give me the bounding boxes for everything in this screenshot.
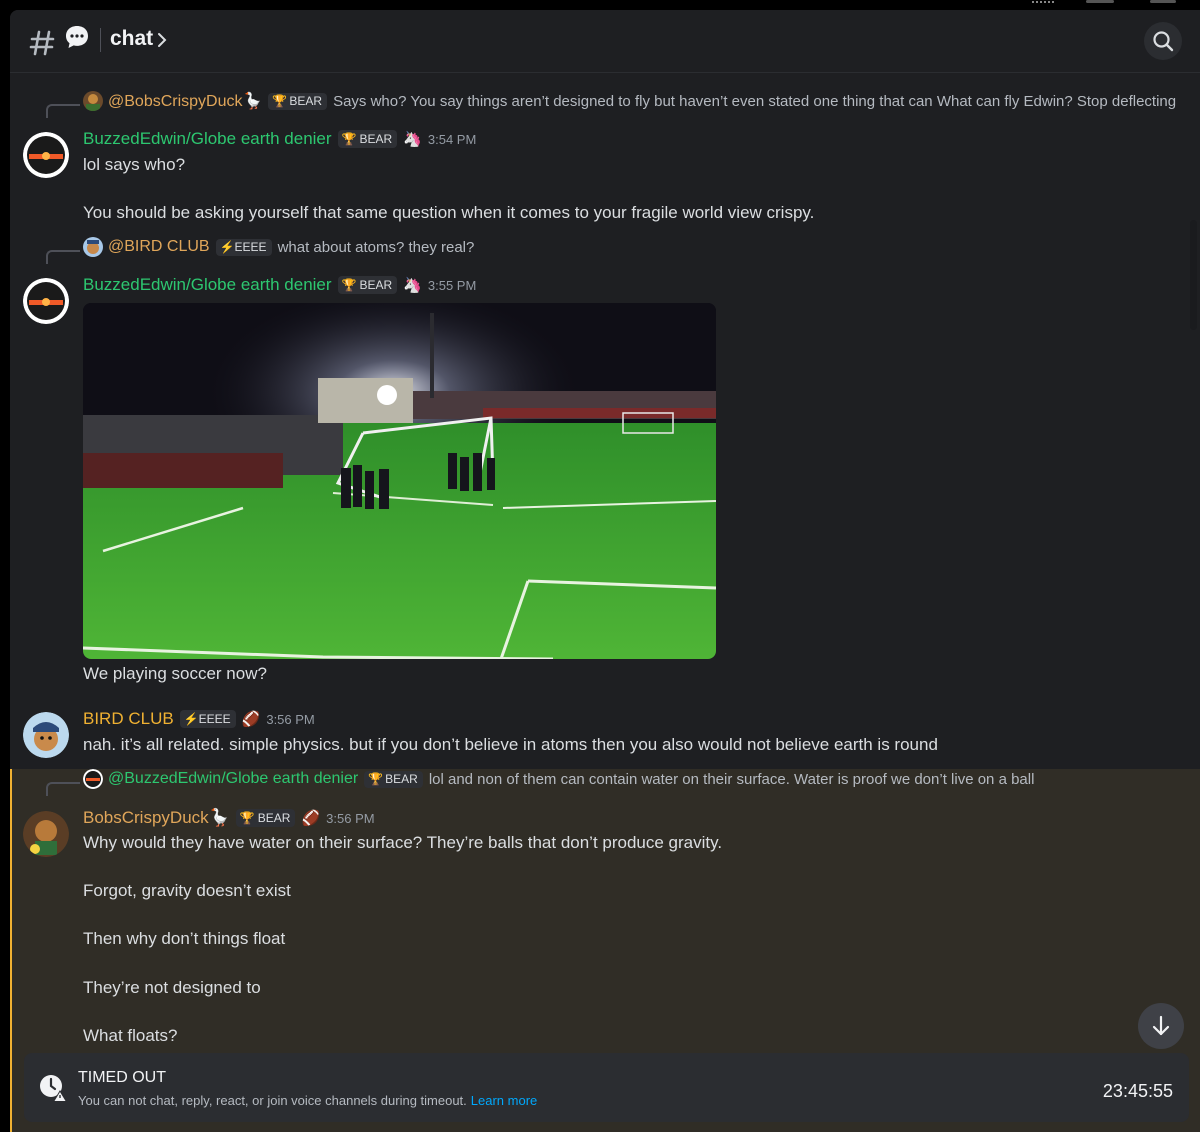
timeout-banner: TIMED OUT You can not chat, reply, react…	[24, 1053, 1189, 1122]
username[interactable]: BobsCrispyDuck🪿	[83, 808, 230, 828]
message-text: Why would they have water on their surfa…	[83, 833, 723, 852]
reply-connector	[46, 782, 80, 796]
status-indicator	[1150, 0, 1176, 3]
thread-bubble-icon[interactable]	[64, 24, 90, 50]
message-text: What floats?	[83, 1026, 178, 1045]
message-text: They’re not designed to	[83, 978, 261, 997]
arrow-down-icon	[1152, 1015, 1170, 1036]
role-badge: 🏆 BEAR	[337, 276, 398, 294]
trophy-icon: 🏆	[341, 132, 357, 146]
message-text: nah. it’s all related. simple physics. b…	[83, 735, 938, 754]
reply-username[interactable]: @BIRD CLUB	[108, 238, 210, 256]
role-badge: ⚡EEEE	[215, 238, 272, 256]
search-icon	[1153, 31, 1174, 52]
avatar[interactable]	[23, 712, 69, 758]
channel-header: chat	[10, 10, 1200, 73]
message-text: You should be asking yourself that same …	[83, 203, 815, 222]
role-badge: 🏆 BEAR	[268, 92, 328, 110]
avatar[interactable]	[23, 278, 69, 324]
role-badge: 🏆 BEAR	[235, 809, 296, 827]
header-divider	[100, 28, 101, 52]
avatar[interactable]	[23, 811, 69, 857]
unicorn-icon: 🦄	[403, 277, 422, 294]
message-header: BobsCrispyDuck🪿 🏆 BEAR 🏈 3:56 PM	[83, 808, 375, 828]
avatar[interactable]	[23, 132, 69, 178]
learn-more-link[interactable]: Learn more	[471, 1093, 537, 1108]
timestamp: 3:55 PM	[427, 277, 477, 293]
username[interactable]: BuzzedEdwin/Globe earth denier	[83, 275, 332, 295]
device-status-strip	[0, 0, 1200, 10]
trophy-icon: 🏆	[272, 94, 288, 108]
jump-to-present-button[interactable]	[1138, 1003, 1184, 1049]
reply-preview[interactable]: @BuzzedEdwin/Globe earth denier 🏆 BEAR lo…	[83, 769, 1034, 789]
soccer-field-image	[83, 303, 716, 659]
trophy-icon: 🏆	[368, 772, 384, 786]
channel-title[interactable]: chat	[110, 27, 153, 51]
reply-username[interactable]: @BobsCrispyDuck🪿	[108, 91, 262, 111]
reply-connector	[46, 250, 80, 264]
timestamp: 3:54 PM	[427, 131, 477, 147]
avatar	[83, 91, 103, 111]
role-badge: 🏆 BEAR	[364, 770, 423, 788]
signal-icon	[1032, 0, 1054, 3]
chat-window: chat @BobsCrispyDuck🪿 🏆 BEAR Says who? Yo…	[10, 10, 1200, 1132]
search-button[interactable]	[1144, 22, 1182, 60]
reply-preview[interactable]: @BIRD CLUB ⚡EEEE what about atoms? they …	[83, 237, 474, 257]
reply-connector	[46, 104, 80, 118]
reply-text: Says who? You say things aren’t designed…	[333, 92, 1177, 110]
status-indicator	[1086, 0, 1114, 3]
message-text: Then why don’t things float	[83, 929, 286, 948]
football-icon: 🏈	[241, 711, 261, 728]
timeout-subtitle: You can not chat, reply, react, or join …	[78, 1093, 538, 1108]
trophy-icon: 🏆	[341, 278, 357, 292]
timeout-clock-icon	[40, 1075, 67, 1102]
football-icon: 🏈	[301, 810, 321, 827]
role-badge: 🏆 BEAR	[337, 130, 398, 148]
reply-username[interactable]: @BuzzedEdwin/Globe earth denier	[108, 770, 358, 788]
message-header: BuzzedEdwin/Globe earth denier 🏆 BEAR 🦄 3…	[83, 275, 476, 295]
reply-text: lol and non of them can contain water on…	[428, 770, 1035, 788]
avatar	[83, 237, 103, 257]
timestamp: 3:56 PM	[266, 711, 315, 727]
avatar	[83, 769, 103, 789]
message-text: We playing soccer now?	[83, 664, 267, 683]
unicorn-icon: 🦄	[403, 131, 422, 148]
role-badge: ⚡EEEE	[179, 710, 236, 728]
trophy-icon: 🏆	[239, 811, 255, 825]
username[interactable]: BuzzedEdwin/Globe earth denier	[83, 129, 332, 149]
timeout-title: TIMED OUT	[78, 1069, 166, 1086]
channel-hash-icon[interactable]	[28, 24, 58, 58]
timeout-timer: 23:45:55	[1102, 1081, 1173, 1101]
video-attachment[interactable]	[83, 303, 716, 659]
message-header: BuzzedEdwin/Globe earth denier 🏆 BEAR 🦄 3…	[83, 129, 476, 149]
message-header: BIRD CLUB ⚡EEEE 🏈 3:56 PM	[83, 709, 315, 729]
message-text: lol says who?	[83, 155, 186, 174]
chevron-right-icon[interactable]	[156, 30, 168, 50]
message-list: @BobsCrispyDuck🪿 🏆 BEAR Says who? You say…	[10, 73, 1200, 1132]
timestamp: 3:56 PM	[326, 810, 375, 826]
reply-text: what about atoms? they real?	[277, 238, 475, 256]
reply-preview[interactable]: @BobsCrispyDuck🪿 🏆 BEAR Says who? You say…	[83, 91, 1176, 111]
message-text: Forgot, gravity doesn’t exist	[83, 881, 291, 900]
username[interactable]: BIRD CLUB	[83, 709, 174, 729]
